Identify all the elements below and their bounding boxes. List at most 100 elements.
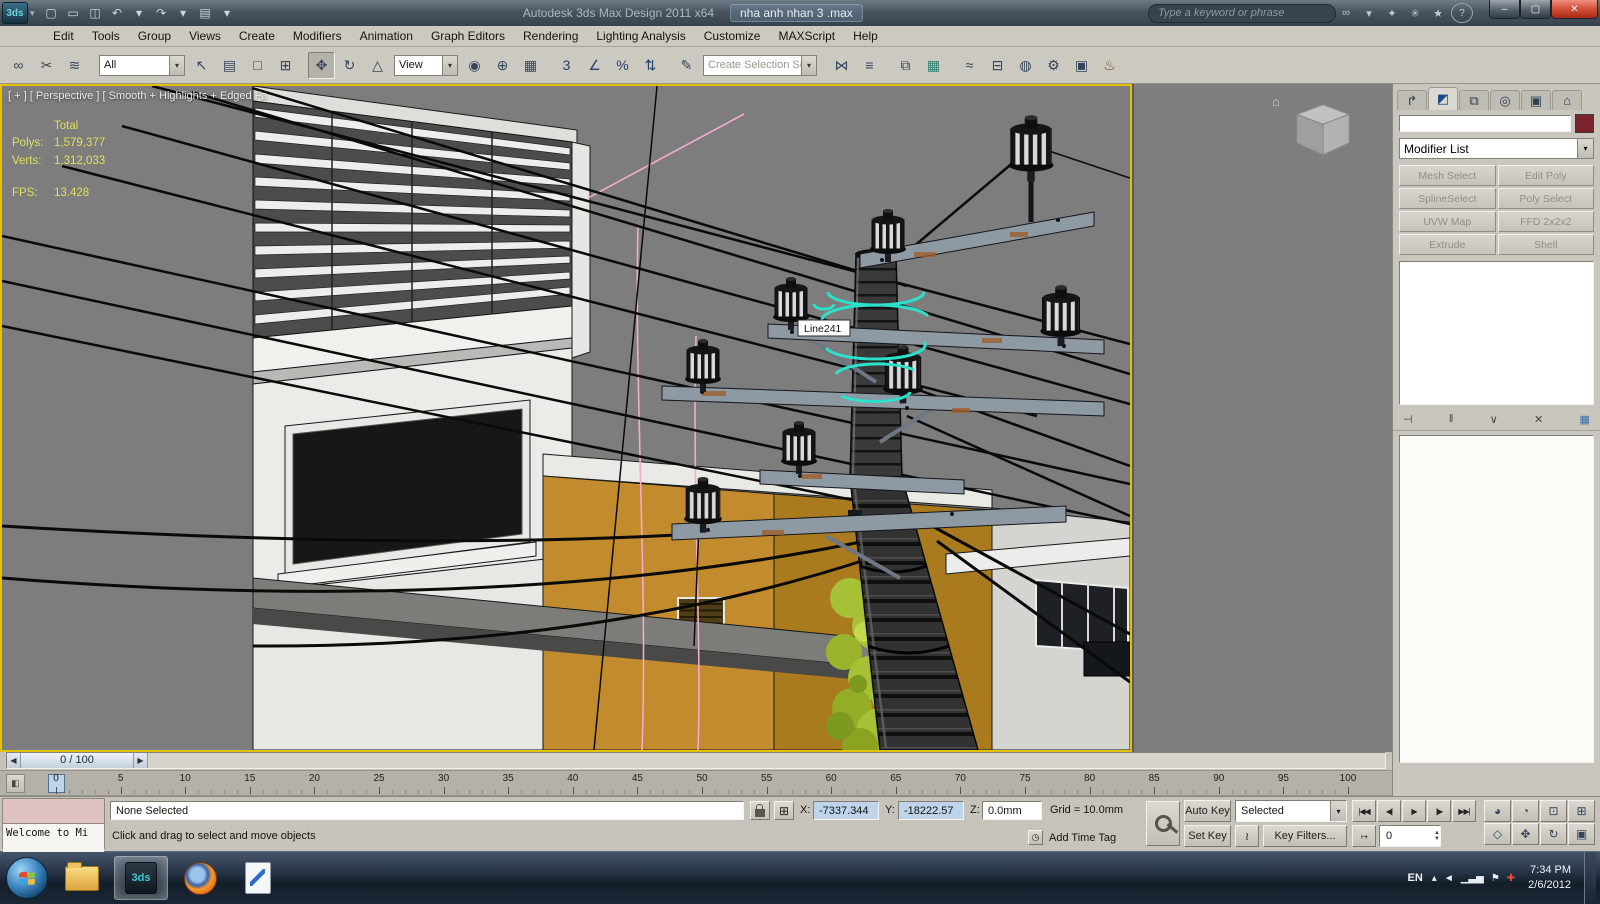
next-frame-arrow[interactable]: ▶ — [134, 752, 148, 768]
material-editor-icon[interactable]: ◍ — [1012, 52, 1039, 79]
select-and-rotate-icon[interactable]: ↻ — [336, 52, 363, 79]
render-production-icon[interactable]: ♨ — [1096, 52, 1123, 79]
unlink-selection-icon[interactable]: ✂ — [33, 52, 60, 79]
maximize-button[interactable]: ▢ — [1520, 0, 1551, 19]
search-dropdown-icon[interactable]: ▾ — [1359, 4, 1379, 22]
zoom-icon[interactable]: ◕ — [1484, 800, 1511, 822]
field-of-view-icon[interactable]: ◇ — [1484, 823, 1511, 845]
subscription-center-icon[interactable]: ✦ — [1382, 4, 1402, 22]
make-unique-icon[interactable]: ∨ — [1490, 410, 1498, 428]
start-button[interactable] — [6, 857, 48, 899]
select-and-scale-icon[interactable]: △ — [364, 52, 391, 79]
open-mini-trackbar-button[interactable]: ◧ — [6, 774, 25, 794]
menu-tools[interactable]: Tools — [83, 27, 129, 45]
volume-icon[interactable]: ◄ — [1444, 873, 1454, 884]
modifier-button-shell[interactable]: Shell — [1497, 234, 1594, 255]
favorites-icon[interactable]: ★ — [1428, 4, 1448, 22]
current-frame-field[interactable]: 0 ▲ ▼ — [1379, 825, 1441, 847]
close-button[interactable]: ✕ — [1551, 0, 1598, 19]
menu-group[interactable]: Group — [129, 27, 180, 45]
show-desktop-button[interactable] — [1584, 852, 1596, 904]
menu-help[interactable]: Help — [844, 27, 887, 45]
secondary-viewport[interactable]: ⌂ — [1132, 84, 1392, 752]
select-and-move-icon[interactable]: ✥ — [308, 51, 335, 79]
go-to-end-button[interactable]: ▶▶| — [1452, 800, 1476, 822]
set-key-button[interactable]: Set Key — [1184, 825, 1231, 847]
select-and-link-icon[interactable]: ∞ — [5, 52, 32, 79]
workspace-dropdown-icon[interactable]: ▾ — [217, 3, 238, 23]
zoom-extents-icon[interactable]: ⊡ — [1540, 800, 1567, 822]
rectangular-selection-region-icon[interactable]: □ — [244, 52, 271, 79]
pin-stack-icon[interactable]: ⊣ — [1403, 410, 1413, 428]
spinner-snap-icon[interactable]: ⇅ — [637, 52, 664, 79]
redo-dropdown-icon[interactable]: ▾ — [173, 3, 194, 23]
x-coordinate-field[interactable]: -7337.344 — [813, 801, 879, 820]
tab-hierarchy[interactable]: ⧉ — [1459, 90, 1489, 110]
save-file-icon[interactable]: ◫ — [85, 3, 106, 23]
track-bar[interactable]: ◧ 0 5 10 15 20 25 30 35 40 45 50 55 60 65 70 75 80 85 90 95… — [0, 770, 1392, 796]
time-slider-track[interactable]: ◀ 0 / 100 ▶ — [6, 751, 1386, 769]
explorer-taskbar-button[interactable] — [56, 857, 108, 899]
y-coordinate-field[interactable]: -18222.57 — [898, 801, 964, 820]
help-icon[interactable]: ? — [1451, 3, 1473, 23]
project-folder-icon[interactable]: ▤ — [195, 3, 216, 23]
menu-animation[interactable]: Animation — [351, 27, 422, 45]
z-coordinate-field[interactable]: 0.0mm — [982, 801, 1042, 820]
rollout-area[interactable] — [1399, 435, 1594, 763]
zoom-all-icon[interactable]: ◔ — [1512, 800, 1539, 822]
schematic-view-icon[interactable]: ⊟ — [984, 52, 1011, 79]
modifier-button-poly-select[interactable]: Poly Select — [1497, 188, 1594, 209]
align-icon[interactable]: ≡ — [856, 52, 883, 79]
select-and-manipulate-icon[interactable]: ⊕ — [489, 52, 516, 79]
selection-filter-dropdown[interactable]: All ▾ — [99, 54, 185, 76]
previous-frame-button[interactable]: ◀| — [1377, 800, 1401, 822]
rendered-frame-window-icon[interactable]: ▣ — [1068, 52, 1095, 79]
next-frame-button[interactable]: |▶ — [1427, 800, 1451, 822]
firefox-taskbar-button[interactable] — [174, 857, 226, 899]
undo-dropdown-icon[interactable]: ▾ — [129, 3, 150, 23]
use-pivot-point-center-icon[interactable]: ◉ — [461, 52, 488, 79]
default-tangent-button[interactable]: ≀ — [1235, 825, 1259, 847]
perspective-viewport[interactable]: Line241 [ + ] [ Perspective ] [ Smooth +… — [0, 84, 1132, 752]
search-icon[interactable]: ∞ — [1336, 4, 1356, 22]
add-time-tag[interactable]: Add Time Tag — [1049, 832, 1116, 844]
auto-key-button[interactable]: Auto Key — [1184, 800, 1231, 822]
selection-lock-toggle[interactable] — [750, 801, 770, 820]
window-crossing-icon[interactable]: ⊞ — [272, 52, 299, 79]
maxscript-mini-listener[interactable]: Welcome to Mi — [2, 798, 105, 852]
render-setup-icon[interactable]: ⚙ — [1040, 52, 1067, 79]
absolute-mode-transform-toggle[interactable]: ⊞ — [774, 801, 794, 820]
new-scene-icon[interactable]: ▢ — [41, 3, 62, 23]
viewcube[interactable]: ⌂ — [1272, 94, 1358, 168]
zoom-region-icon[interactable]: ⊞ — [1568, 800, 1595, 822]
tab-modify[interactable]: ◩ — [1428, 87, 1458, 110]
communication-center-icon[interactable]: ✳ — [1405, 4, 1425, 22]
bind-to-space-warp-icon[interactable]: ≋ — [61, 52, 88, 79]
modifier-stack-list[interactable] — [1399, 261, 1594, 405]
modifier-button-extrude[interactable]: Extrude — [1399, 234, 1496, 255]
3dsmax-taskbar-button[interactable]: 3ds — [114, 856, 168, 900]
action-center-icon[interactable]: ⚑ — [1491, 873, 1500, 884]
curve-editor-icon[interactable]: ≈ — [956, 52, 983, 79]
listener-pane[interactable]: Welcome to Mi — [3, 824, 104, 852]
viewport-canvas[interactable]: Line241 — [2, 86, 1130, 750]
pan-icon[interactable]: ✥ — [1512, 823, 1539, 845]
orbit-icon[interactable]: ↻ — [1540, 823, 1567, 845]
menu-graph-editors[interactable]: Graph Editors — [422, 27, 514, 45]
modifier-button-uvw-map[interactable]: UVW Map — [1399, 211, 1496, 232]
tab-utilities[interactable]: ⌂ — [1552, 90, 1582, 110]
modifier-button-splineselect[interactable]: SplineSelect — [1399, 188, 1496, 209]
modifier-button-ffd-2x2x2[interactable]: FFD 2x2x2 — [1497, 211, 1594, 232]
go-to-start-button[interactable]: |◀◀ — [1352, 800, 1376, 822]
snaps-toggle-icon[interactable]: 3 — [553, 52, 580, 79]
configure-modifier-sets-icon[interactable]: ▦ — [1580, 410, 1590, 428]
keyboard-shortcut-override-icon[interactable]: ▦ — [517, 52, 544, 79]
previous-frame-arrow[interactable]: ◀ — [7, 752, 21, 768]
select-object-icon[interactable]: ↖ — [188, 52, 215, 79]
mirror-icon[interactable]: ⋈ — [828, 52, 855, 79]
open-file-icon[interactable]: ▭ — [63, 3, 84, 23]
viewport-label[interactable]: [ + ] [ Perspective ] [ Smooth + Highlig… — [8, 90, 268, 102]
hidden-icons-button[interactable]: ▴ — [1432, 873, 1437, 884]
menu-customize[interactable]: Customize — [695, 27, 770, 45]
percent-snap-icon[interactable]: % — [609, 52, 636, 79]
